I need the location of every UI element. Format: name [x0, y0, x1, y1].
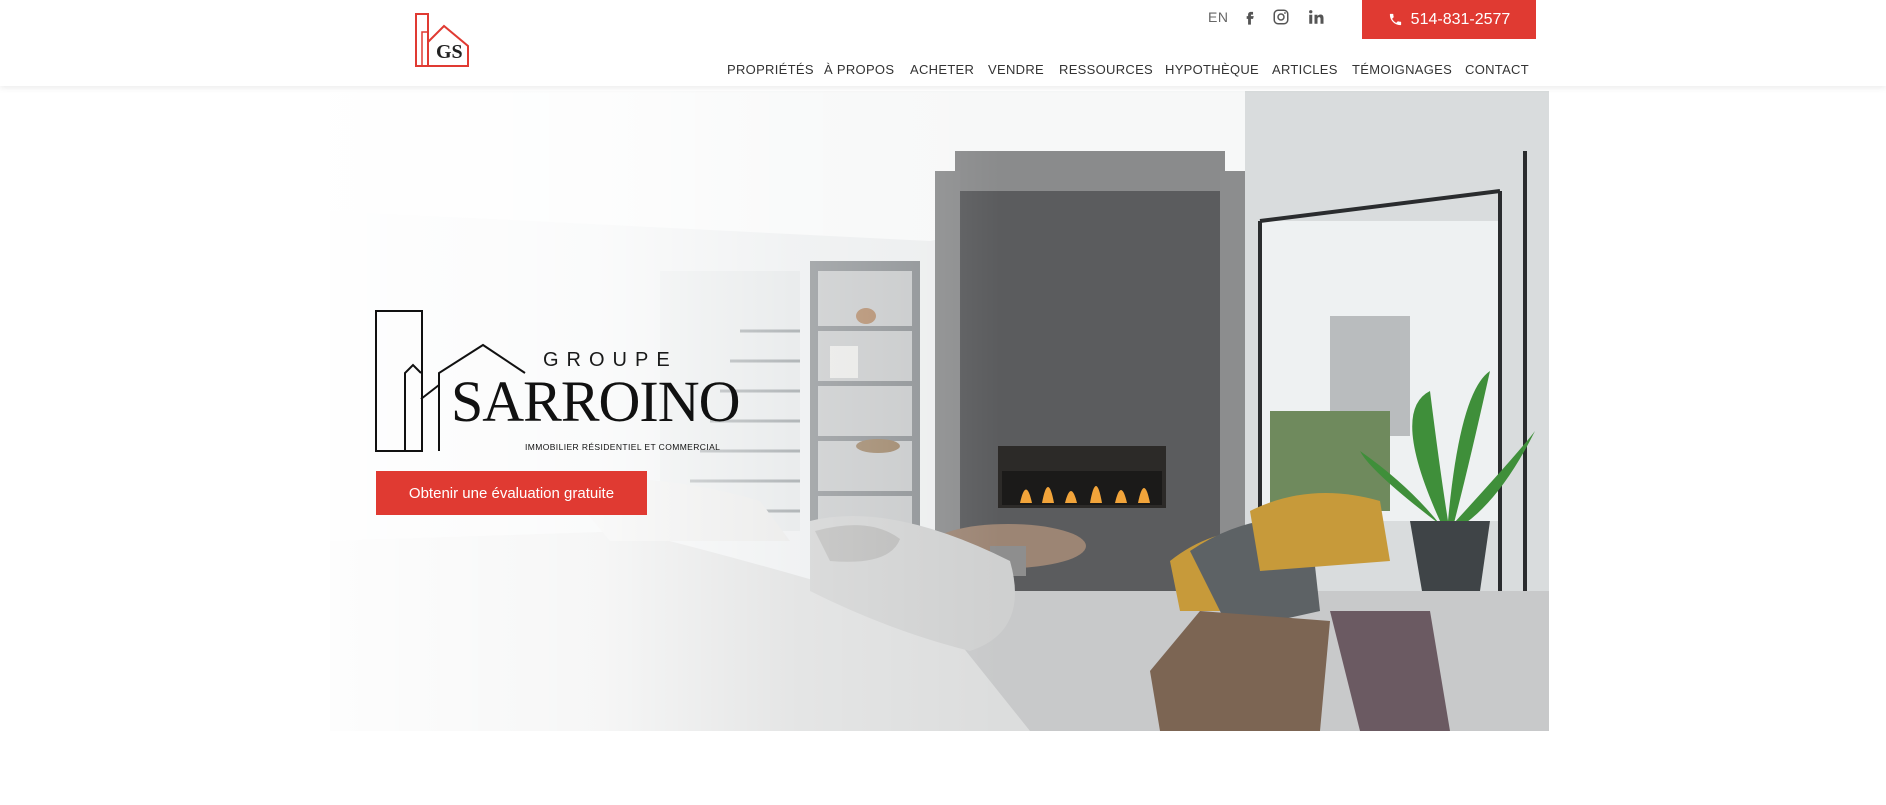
linkedin-icon[interactable]	[1305, 6, 1327, 28]
hero-section: GROUPE SARROINO IMMOBILIER RÉSIDENTIEL E…	[330, 91, 1549, 731]
language-switch[interactable]: EN	[1208, 9, 1228, 25]
nav-item-a-propos[interactable]: À PROPOS	[824, 62, 894, 77]
brand-logo: GROUPE SARROINO IMMOBILIER RÉSIDENTIEL E…	[375, 309, 740, 459]
phone-button[interactable]: 514-831-2577	[1362, 0, 1536, 39]
phone-number: 514-831-2577	[1410, 10, 1511, 28]
gs-logo-text: GS	[436, 41, 463, 63]
nav-item-acheter[interactable]: ACHETER	[910, 62, 974, 77]
nav-item-proprietes[interactable]: PROPRIÉTÉS	[727, 62, 814, 77]
brand-tagline: IMMOBILIER RÉSIDENTIEL ET COMMERCIAL	[525, 442, 721, 452]
nav-item-articles[interactable]: ARTICLES	[1272, 62, 1338, 77]
nav-item-temoignages[interactable]: TÉMOIGNAGES	[1352, 62, 1452, 77]
nav-item-contact[interactable]: CONTACT	[1465, 62, 1529, 77]
nav-item-vendre[interactable]: VENDRE	[988, 62, 1044, 77]
brand-name: SARROINO	[451, 369, 740, 434]
facebook-icon[interactable]	[1238, 6, 1260, 28]
main-nav: PROPRIÉTÉS À PROPOS ACHETER VENDRE RESSO…	[0, 62, 1886, 82]
site-header: GS EN 514-831-2577 PROPRIÉTÉS À PROPOS A…	[0, 0, 1886, 86]
nav-item-ressources[interactable]: RESSOURCES	[1059, 62, 1153, 77]
phone-icon	[1389, 13, 1401, 26]
instagram-icon[interactable]	[1270, 6, 1292, 28]
free-evaluation-button[interactable]: Obtenir une évaluation gratuite	[376, 471, 647, 515]
nav-item-hypotheque[interactable]: HYPOTHÈQUE	[1165, 62, 1259, 77]
